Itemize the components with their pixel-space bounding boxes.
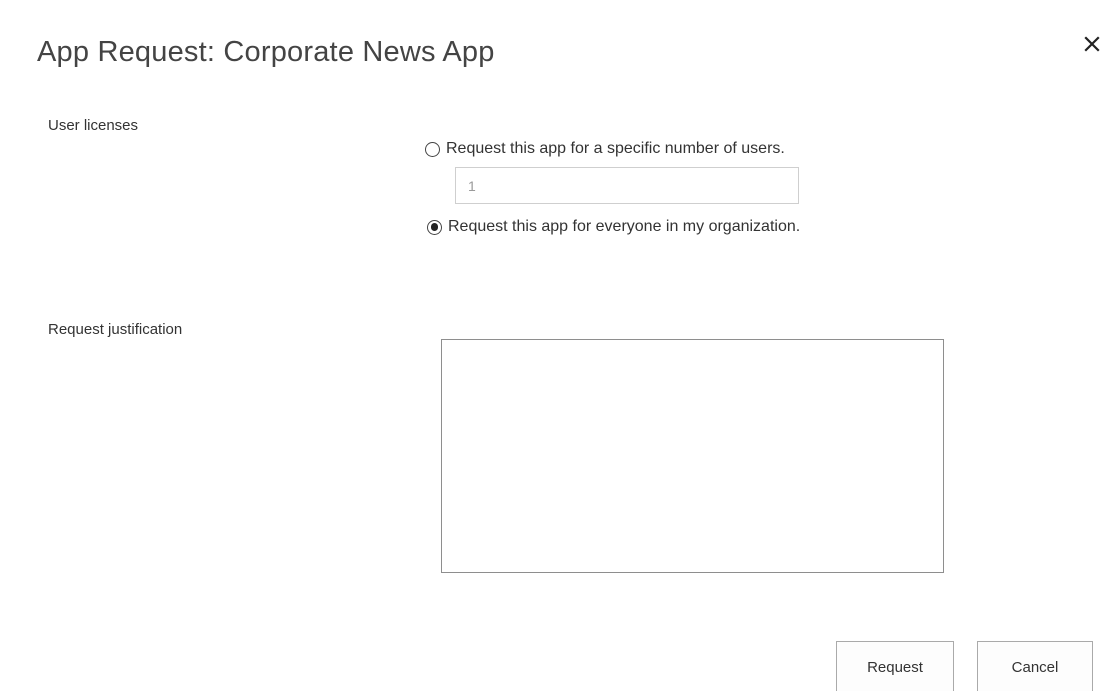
radio-button-everyone[interactable] bbox=[427, 219, 442, 235]
close-icon bbox=[1084, 36, 1100, 52]
app-request-dialog: App Request: Corporate News App User lic… bbox=[0, 0, 1108, 691]
radio-specific-users-label: Request this app for a specific number o… bbox=[446, 140, 785, 157]
request-justification-textarea[interactable] bbox=[441, 339, 944, 573]
close-button[interactable] bbox=[1078, 30, 1106, 58]
radio-button-specific-users[interactable] bbox=[425, 141, 440, 157]
request-justification-label: Request justification bbox=[48, 321, 183, 338]
dialog-title: App Request: Corporate News App bbox=[37, 36, 495, 68]
cancel-button[interactable]: Cancel bbox=[977, 641, 1093, 691]
request-button[interactable]: Request bbox=[836, 641, 954, 691]
radio-everyone-label: Request this app for everyone in my orga… bbox=[448, 218, 801, 235]
number-of-users-input[interactable] bbox=[455, 167, 799, 204]
radio-specific-users[interactable]: Request this app for a specific number o… bbox=[425, 140, 785, 158]
radio-everyone[interactable]: Request this app for everyone in my orga… bbox=[427, 218, 800, 236]
user-licenses-label: User licenses bbox=[48, 117, 139, 134]
